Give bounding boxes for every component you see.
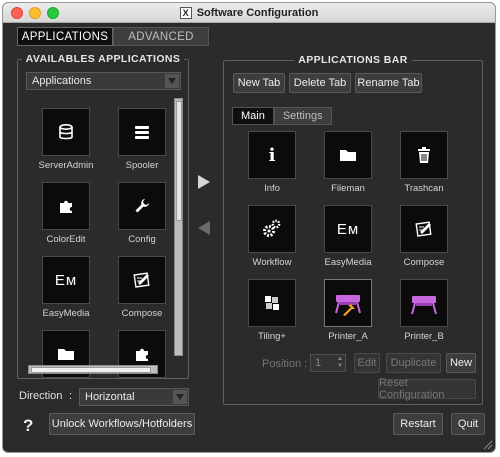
direction-separator: : <box>69 390 73 402</box>
available-app-serveradmin[interactable]: ServerAdmin <box>38 108 94 186</box>
new-button[interactable]: New <box>446 353 476 373</box>
available-apps-vertical-scrollbar[interactable] <box>174 98 183 356</box>
puzzle-icon <box>60 200 72 213</box>
bar-app-easymedia[interactable]: Eм EasyMedia <box>320 205 376 283</box>
restart-button[interactable]: Restart <box>393 413 443 435</box>
direction-value: Horizontal <box>85 391 135 403</box>
trash-icon <box>418 147 430 163</box>
available-app-config[interactable]: Config <box>114 182 170 260</box>
bar-app-workflow[interactable]: Workflow <box>244 205 300 283</box>
em-logo-icon: Eм <box>54 271 78 289</box>
duplicate-button[interactable]: Duplicate <box>386 353 441 373</box>
window-title: Software Configuration <box>196 6 319 19</box>
available-app-coloredit[interactable]: ColorEdit <box>38 182 94 260</box>
compose-icon <box>133 272 150 288</box>
app-label: Printer_B <box>404 331 444 342</box>
horizontal-scroll-thumb[interactable] <box>31 367 151 373</box>
printer-icon <box>411 296 437 315</box>
database-icon <box>59 123 73 140</box>
app-label: EasyMedia <box>42 308 90 319</box>
info-icon: i <box>268 144 276 166</box>
app-label: ColorEdit <box>46 234 86 245</box>
app-label: Config <box>128 234 156 245</box>
stack-icon <box>135 126 149 139</box>
quit-button[interactable]: Quit <box>451 413 485 435</box>
app-label: Compose <box>403 257 445 268</box>
unlock-workflows-button[interactable]: Unlock Workflows/Hotfolders <box>49 413 195 435</box>
tab-advanced[interactable]: ADVANCED <box>113 27 209 46</box>
chevron-down-icon <box>173 390 187 404</box>
available-app-spooler[interactable]: Spooler <box>114 108 170 186</box>
tab-main[interactable]: Main <box>232 107 274 125</box>
app-label: Compose <box>121 308 163 319</box>
vertical-scroll-thumb[interactable] <box>176 101 182 221</box>
folder-icon <box>58 349 74 360</box>
direction-select[interactable]: Horizontal <box>79 388 189 406</box>
bar-app-trashcan[interactable]: Trashcan <box>396 131 452 209</box>
em-logo-icon: Eм <box>336 220 360 238</box>
minimize-window-button[interactable] <box>29 7 41 19</box>
applications-filter-select[interactable]: Applications <box>26 72 181 90</box>
chevron-down-icon <box>165 74 179 88</box>
new-tab-button[interactable]: New Tab <box>233 73 285 93</box>
available-applications-panel: AVAILABLES APPLICATIONS Applications Ser… <box>17 53 189 379</box>
reset-configuration-button[interactable]: Reset Configuration <box>378 377 476 401</box>
applications-filter-value: Applications <box>32 75 92 87</box>
wrench-icon <box>135 199 149 213</box>
tiling-icon <box>265 296 279 310</box>
help-icon[interactable]: ? <box>23 416 33 436</box>
app-label: ServerAdmin <box>38 160 94 171</box>
x11-icon: X <box>179 6 192 19</box>
position-label: Position : <box>262 358 308 370</box>
bar-app-compose[interactable]: Compose <box>396 205 452 283</box>
applications-bar-title: APPLICATIONS BAR <box>294 54 412 66</box>
remove-from-bar-arrow-icon[interactable] <box>197 221 211 235</box>
available-apps-horizontal-scrollbar[interactable] <box>28 365 158 374</box>
puzzle-icon <box>136 348 148 361</box>
applications-bar-panel: APPLICATIONS BAR New Tab Delete Tab Rena… <box>223 54 483 405</box>
printer-icon <box>335 295 361 316</box>
app-label: Spooler <box>125 160 159 171</box>
tab-applications[interactable]: APPLICATIONS <box>17 27 113 46</box>
app-label: Workflow <box>252 257 292 268</box>
bar-app-printer-b[interactable]: Printer_B <box>396 279 452 357</box>
resize-grip-icon[interactable] <box>483 440 493 450</box>
add-to-bar-arrow-icon[interactable] <box>197 175 211 189</box>
available-app-easymedia[interactable]: Eм EasyMedia <box>38 256 94 334</box>
app-label: Printer_A <box>328 331 368 342</box>
bar-app-info[interactable]: i Info <box>244 131 300 209</box>
compose-icon <box>415 221 432 237</box>
bar-app-tiling[interactable]: Tiling+ <box>244 279 300 357</box>
app-label: Trashcan <box>404 183 444 194</box>
cursor-icon <box>343 304 355 316</box>
folder-icon <box>340 150 356 161</box>
rename-tab-button[interactable]: Rename Tab <box>355 73 422 93</box>
tab-settings[interactable]: Settings <box>273 107 332 125</box>
top-tabs: APPLICATIONS ADVANCED <box>17 27 209 46</box>
available-applications-title: AVAILABLES APPLICATIONS <box>21 53 185 65</box>
app-label: EasyMedia <box>324 257 372 268</box>
close-window-button[interactable] <box>11 7 23 19</box>
maximize-window-button[interactable] <box>47 7 59 19</box>
title-bar: X Software Configuration <box>3 3 495 23</box>
gears-icon <box>263 219 281 237</box>
available-app-compose[interactable]: Compose <box>114 256 170 334</box>
app-label: Tiling+ <box>258 331 286 342</box>
position-stepper[interactable]: 1 ▲ ▼ <box>310 354 346 372</box>
app-label: Info <box>264 183 280 194</box>
edit-button[interactable]: Edit <box>354 353 380 373</box>
stepper-arrows-icon[interactable]: ▲ ▼ <box>337 356 343 370</box>
software-configuration-window: X Software Configuration APPLICATIONS AD… <box>2 2 496 453</box>
position-value: 1 <box>315 357 322 369</box>
bar-app-fileman[interactable]: Fileman <box>320 131 376 209</box>
bar-sub-tabs: Main Settings <box>232 107 332 125</box>
direction-label: Direction <box>19 390 63 402</box>
delete-tab-button[interactable]: Delete Tab <box>289 73 351 93</box>
bar-app-printer-a[interactable]: Printer_A <box>320 279 376 357</box>
app-label: Fileman <box>331 183 365 194</box>
